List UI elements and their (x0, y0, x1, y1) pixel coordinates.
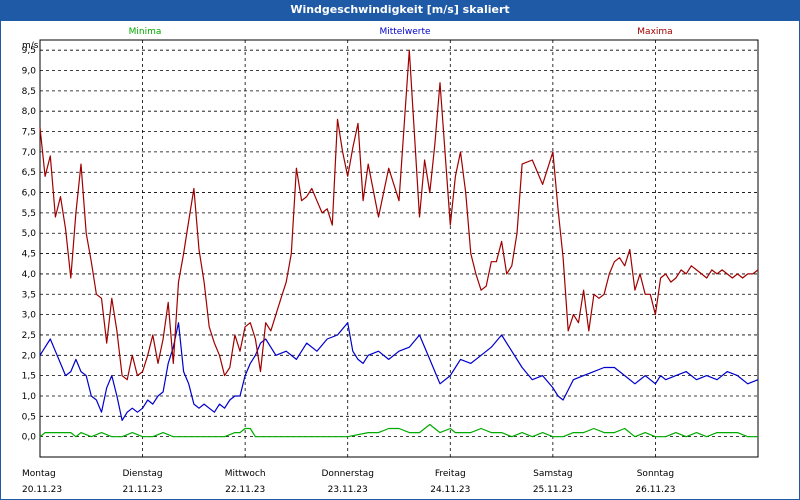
y-tick-label: 0,5 (22, 412, 36, 422)
day-name-label: Donnerstag (321, 469, 374, 479)
series-line-minima (39, 423, 758, 438)
y-tick-label: 6,5 (22, 168, 36, 178)
day-name-label: Samstag (533, 469, 572, 479)
day-date-label: 26.11.23 (635, 485, 675, 495)
y-tick-label: 7,5 (22, 128, 36, 138)
y-tick-label: 7,0 (22, 148, 37, 158)
y-tick-label: 1,0 (22, 392, 37, 402)
series-line-mittelwerte (39, 322, 759, 421)
y-tick-label: 9,0 (22, 67, 37, 77)
day-name-label: Montag (22, 469, 56, 479)
plot-frame (39, 39, 759, 458)
legend-maxima: Maxima (637, 27, 672, 37)
y-tick-label: 0,0 (22, 433, 37, 443)
day-date-label: 24.11.23 (430, 485, 470, 495)
y-tick-label: 2,0 (22, 351, 37, 361)
y-tick-label: 4,5 (22, 250, 36, 260)
day-name-label: Mittwoch (225, 469, 266, 479)
legend-mittelwerte: Mittelwerte (379, 27, 430, 37)
day-name-label: Dienstag (123, 469, 163, 479)
day-labels: Montag 20.11.23 Dienstag 21.11.23 Mittwoch 22… (22, 469, 675, 495)
y-tick-label: 5,0 (22, 229, 37, 239)
day-date-label: 25.11.23 (533, 485, 573, 495)
grid: 0,0 0,5 1,0 1,5 2,0 2,5 3,0 3,5 4,0 4,5 5,0 5,5 6,0 6… (22, 39, 759, 458)
day-name-label: Freitag (435, 469, 466, 479)
day-date-label: 22.11.23 (225, 485, 265, 495)
day-date-label: 21.11.23 (123, 485, 163, 495)
y-tick-label: 8,0 (22, 107, 37, 117)
y-tick-label: 8,5 (22, 87, 36, 97)
y-tick-label: 2,5 (22, 331, 36, 341)
legend-minima: Minima (129, 27, 162, 37)
y-tick-label: 9,5 (22, 46, 36, 56)
series-group (39, 49, 759, 438)
day-name-label: Sonntag (637, 469, 674, 479)
y-tick-label: 5,5 (22, 209, 36, 219)
series-line-maxima (39, 49, 759, 381)
day-date-label: 23.11.23 (328, 485, 368, 495)
chart-svg: m/s Minima Mittelwerte Maxima 0,00,51,01… (22, 27, 759, 495)
y-tick-label: 4,0 (22, 270, 37, 280)
y-tick-label: 3,0 (22, 311, 37, 321)
day-date-label: 20.11.23 (22, 485, 62, 495)
y-tick-label: 3,5 (22, 290, 36, 300)
y-tick-label: 1,5 (22, 372, 36, 382)
y-tick-label: 6,0 (22, 189, 37, 199)
